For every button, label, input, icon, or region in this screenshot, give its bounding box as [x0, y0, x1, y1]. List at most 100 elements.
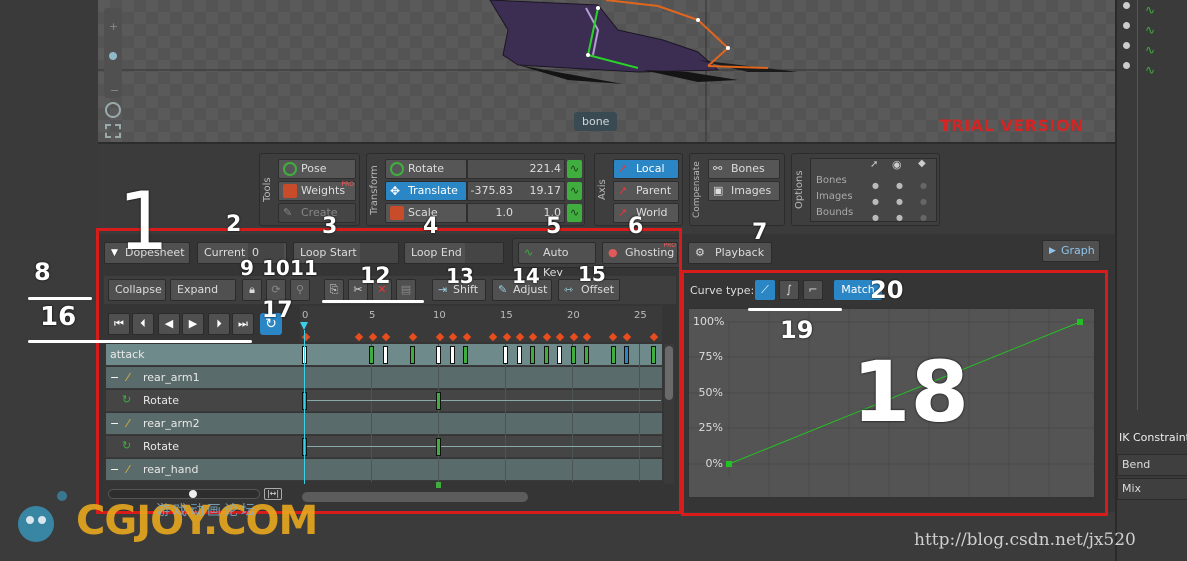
keyframe[interactable]: [611, 346, 616, 364]
zoom-in-icon[interactable]: +: [109, 20, 118, 33]
zoom-out-icon[interactable]: −: [110, 84, 119, 97]
shift-button[interactable]: ⇥ Shift: [432, 279, 486, 301]
loop-button[interactable]: ↻: [260, 313, 282, 335]
curve-graph[interactable]: 100% 75% 50% 25% 0%: [688, 308, 1095, 498]
scale-button[interactable]: Scale: [385, 203, 467, 223]
axis-world-button[interactable]: ↗ World: [613, 203, 679, 223]
keyframe[interactable]: [544, 346, 549, 364]
bone-row-label[interactable]: rear_arm2: [143, 413, 200, 435]
collapse-button[interactable]: Collapse: [108, 279, 166, 301]
scale-y-value[interactable]: 1.0: [517, 203, 562, 223]
fit-view-icon[interactable]: [105, 124, 121, 138]
rotate-key-icon[interactable]: ∿: [567, 160, 582, 178]
curve-linear-button[interactable]: ⟋: [755, 280, 775, 300]
scale-x-value[interactable]: 1.0: [467, 203, 514, 223]
expand-button[interactable]: Expand: [170, 279, 236, 301]
prop-row-label[interactable]: Rotate: [143, 436, 179, 458]
bone-expand-icon[interactable]: −: [110, 459, 119, 481]
prev-key-button[interactable]: ⏴: [132, 313, 154, 335]
paste-button[interactable]: ▤: [396, 279, 416, 301]
pose-button[interactable]: Pose: [278, 159, 356, 179]
loop-start-field[interactable]: Loop Start: [293, 242, 399, 264]
ghosting-button[interactable]: ● Ghosting PRO: [602, 242, 678, 264]
axis-local-button[interactable]: ↗ Local: [613, 159, 679, 179]
match-button[interactable]: Match: [834, 280, 882, 300]
translate-x-value[interactable]: -375.83: [467, 181, 513, 201]
current-value[interactable]: 0: [248, 243, 284, 263]
keyframe[interactable]: [517, 346, 522, 364]
offset-button[interactable]: ⇿ Offset: [558, 279, 620, 301]
graph-tab[interactable]: ▶ Graph: [1042, 240, 1100, 262]
anim-row-label[interactable]: attack: [110, 344, 145, 366]
weights-button[interactable]: Weights PRO: [278, 181, 356, 201]
keyframe[interactable]: [584, 346, 589, 364]
last-frame-button[interactable]: ⏭: [232, 313, 254, 335]
loop-end-input[interactable]: [465, 243, 503, 263]
copy-button[interactable]: ⎘: [324, 279, 344, 301]
bone-row-label[interactable]: rear_hand: [143, 459, 198, 481]
option-name-dots[interactable]: ● ● ●: [920, 178, 927, 226]
keyframe[interactable]: [436, 482, 441, 488]
prop-row-label[interactable]: Rotate: [143, 390, 179, 412]
play-reverse-button[interactable]: ◀: [158, 313, 180, 335]
adjust-button[interactable]: ✎ Adjust: [492, 279, 552, 301]
keyframe[interactable]: [651, 346, 656, 364]
rotate-value[interactable]: 221.4: [467, 159, 562, 179]
keyframe[interactable]: [571, 346, 576, 364]
option-visible-dots[interactable]: ● ● ●: [896, 178, 903, 226]
visibility-dot[interactable]: [1123, 22, 1130, 29]
axis-parent-button[interactable]: ↗ Parent: [613, 181, 679, 201]
bone-expand-icon[interactable]: −: [110, 413, 119, 435]
refresh-button[interactable]: ⟳: [266, 279, 286, 301]
zoom-magnifier-icon[interactable]: [105, 102, 121, 118]
translate-key-icon[interactable]: ∿: [567, 182, 582, 200]
keyframe[interactable]: [436, 346, 441, 364]
translate-button[interactable]: ✥ Translate: [385, 181, 467, 201]
lock-button[interactable]: 🔒︎: [242, 279, 262, 301]
zoom-handle[interactable]: [109, 52, 117, 60]
create-button[interactable]: ✎ Create: [278, 203, 356, 223]
curve-stepped-button[interactable]: ⌐: [803, 280, 823, 300]
loop-end-field[interactable]: Loop End: [404, 242, 504, 264]
curve-bezier-button[interactable]: ∫: [779, 280, 799, 300]
bone-row-label[interactable]: rear_arm1: [143, 367, 200, 389]
compensate-bones-button[interactable]: ⚯ Bones: [708, 159, 780, 179]
scale-key-icon[interactable]: ∿: [567, 204, 582, 222]
dopesheet-tab[interactable]: ▼ Dopesheet: [104, 242, 190, 264]
play-button[interactable]: ▶: [182, 313, 204, 335]
canvas-viewport[interactable]: bone TRIAL VERSION: [98, 0, 1115, 144]
visibility-dot[interactable]: [1123, 2, 1130, 9]
translate-y-value[interactable]: 19.17: [517, 181, 562, 201]
timeline-row[interactable]: [106, 436, 662, 458]
compensate-images-button[interactable]: ▣ Images: [708, 181, 780, 201]
timeline-zoom-handle[interactable]: [189, 490, 197, 498]
zoom-slider[interactable]: + −: [104, 8, 122, 98]
current-field[interactable]: Current 0: [197, 242, 287, 264]
vertical-scroll-thumb[interactable]: [665, 346, 673, 400]
delete-button[interactable]: ✕: [372, 279, 392, 301]
keyframe[interactable]: [436, 438, 441, 456]
next-key-button[interactable]: ⏵: [208, 313, 230, 335]
keyframe[interactable]: [530, 346, 535, 364]
keyframe[interactable]: [383, 346, 388, 364]
loop-start-input[interactable]: [360, 243, 398, 263]
visibility-dot[interactable]: [1123, 42, 1130, 49]
keyframe[interactable]: [624, 346, 629, 364]
keyframe[interactable]: [369, 346, 374, 364]
bone-expand-icon[interactable]: −: [110, 367, 119, 389]
visibility-dot[interactable]: [1123, 62, 1130, 69]
keyframe[interactable]: [450, 346, 455, 364]
keyframe[interactable]: [557, 346, 562, 364]
auto-key-button[interactable]: ∿ Auto Key: [518, 242, 596, 279]
playback-button[interactable]: ⚙ Playback: [688, 242, 772, 264]
horizontal-scrollbar[interactable]: [302, 492, 528, 502]
keyframe[interactable]: [436, 392, 441, 410]
bind-button[interactable]: ⚲: [290, 279, 310, 301]
cut-button[interactable]: ✂: [348, 279, 368, 301]
first-frame-button[interactable]: ⏮: [108, 313, 130, 335]
rotate-button[interactable]: Rotate: [385, 159, 467, 179]
option-select-dots[interactable]: ● ● ●: [872, 178, 879, 226]
keyframe[interactable]: [410, 346, 415, 364]
keyframe[interactable]: [463, 346, 468, 364]
timeline-row[interactable]: [106, 390, 662, 412]
